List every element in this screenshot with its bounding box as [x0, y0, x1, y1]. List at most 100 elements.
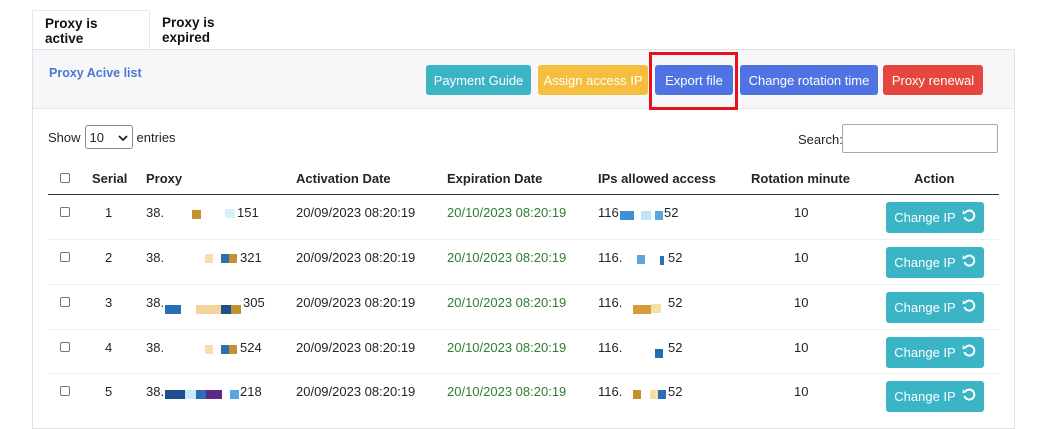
rotate-icon — [962, 209, 976, 226]
row-expiration-date: 20/10/2023 08:20:19 — [447, 250, 567, 265]
row-rotation-minute: 10 — [794, 295, 809, 310]
row-proxy-start: 38. — [146, 384, 165, 399]
tab-bar: Proxy is active Proxy is expired — [32, 10, 278, 50]
rotate-icon — [962, 344, 976, 361]
row-expiration-date: 20/10/2023 08:20:19 — [447, 295, 567, 310]
redaction-block — [230, 390, 239, 399]
header-action: Action — [914, 171, 955, 186]
change-ip-label: Change IP — [894, 345, 956, 360]
row-ip-end: 52 — [664, 205, 679, 220]
row-divider — [48, 239, 999, 240]
row-rotation-minute: 10 — [794, 340, 809, 355]
select-all-checkbox[interactable] — [60, 173, 70, 183]
row-proxy-end: 321 — [240, 250, 262, 265]
row-ip-start: 116. — [598, 340, 623, 355]
change-ip-label: Change IP — [894, 210, 956, 225]
redaction-block — [660, 256, 664, 265]
row-checkbox[interactable] — [60, 207, 70, 217]
change-ip-label: Change IP — [894, 389, 956, 404]
redaction-block — [655, 211, 663, 220]
redaction-block — [650, 390, 658, 399]
row-checkbox[interactable] — [60, 342, 70, 352]
rotate-icon — [962, 254, 976, 271]
redaction-block — [196, 305, 221, 314]
row-serial: 3 — [105, 295, 113, 310]
row-serial: 2 — [105, 250, 113, 265]
redaction-block — [658, 390, 666, 399]
chevron-down-icon — [117, 130, 128, 145]
row-ip-end: 52 — [668, 384, 683, 399]
redaction-block — [637, 255, 645, 264]
payment-guide-button[interactable]: Payment Guide — [426, 65, 531, 95]
redaction-block — [229, 254, 237, 263]
redaction-block — [225, 209, 235, 218]
row-activation-date: 20/09/2023 08:20:19 — [296, 205, 416, 220]
row-rotation-minute: 10 — [794, 205, 809, 220]
row-ip-start: 116. — [598, 384, 623, 399]
entries-select-value: 10 — [89, 129, 104, 145]
row-serial: 1 — [105, 205, 113, 220]
assign-access-ip-button[interactable]: Assign access IP — [538, 65, 648, 95]
row-expiration-date: 20/10/2023 08:20:19 — [447, 205, 567, 220]
entries-select[interactable]: 10 — [84, 125, 133, 149]
row-proxy-end: 524 — [240, 340, 262, 355]
row-proxy-end: 151 — [237, 205, 259, 220]
row-activation-date: 20/09/2023 08:20:19 — [296, 250, 416, 265]
row-activation-date: 20/09/2023 08:20:19 — [296, 384, 416, 399]
row-proxy-start: 38. — [146, 295, 165, 310]
row-activation-date: 20/09/2023 08:20:19 — [296, 295, 416, 310]
change-ip-button[interactable]: Change IP — [886, 202, 984, 233]
row-expiration-date: 20/10/2023 08:20:19 — [447, 340, 567, 355]
change-ip-button[interactable]: Change IP — [886, 381, 984, 412]
redaction-block — [206, 390, 222, 399]
row-ip-end: 52 — [668, 250, 683, 265]
change-ip-button[interactable]: Change IP — [886, 337, 984, 368]
header-activation-date: Activation Date — [296, 171, 391, 186]
header-serial: Serial — [92, 171, 128, 186]
header-rotation-minute: Rotation minute — [751, 171, 850, 186]
entries-label: entries — [136, 129, 176, 145]
row-rotation-minute: 10 — [794, 384, 809, 399]
redaction-block — [633, 390, 641, 399]
redaction-block — [185, 390, 196, 399]
row-divider — [48, 329, 999, 330]
rotate-icon — [962, 299, 976, 316]
row-ip-end: 52 — [668, 340, 683, 355]
redaction-block — [231, 305, 241, 314]
row-proxy-start: 38. — [146, 340, 165, 355]
row-activation-date: 20/09/2023 08:20:19 — [296, 340, 416, 355]
row-rotation-minute: 10 — [794, 250, 809, 265]
redaction-block — [229, 345, 237, 354]
row-checkbox[interactable] — [60, 252, 70, 262]
change-ip-label: Change IP — [894, 300, 956, 315]
redaction-block — [641, 211, 651, 220]
change-rotation-time-button[interactable]: Change rotation time — [740, 65, 878, 95]
show-entries-control: Show 10 entries — [48, 125, 176, 149]
header-proxy: Proxy — [146, 171, 183, 186]
redaction-block — [205, 254, 213, 263]
redaction-block — [221, 345, 229, 354]
redaction-block — [620, 211, 634, 220]
redaction-block — [192, 210, 201, 219]
change-ip-button[interactable]: Change IP — [886, 247, 984, 278]
redaction-block — [221, 305, 231, 314]
row-serial: 4 — [105, 340, 113, 355]
row-divider — [48, 284, 999, 285]
redaction-block — [196, 390, 206, 399]
search-input[interactable] — [842, 124, 998, 153]
redaction-block — [633, 305, 651, 314]
export-highlight-box — [649, 52, 738, 110]
row-ip-start: 116. — [598, 295, 623, 310]
header-ips-allowed-access: IPs allowed access — [598, 171, 716, 186]
rotate-icon — [962, 388, 976, 405]
proxy-renewal-button[interactable]: Proxy renewal — [883, 65, 983, 95]
tab-proxy-expired[interactable]: Proxy is expired — [150, 10, 278, 50]
change-ip-button[interactable]: Change IP — [886, 292, 984, 323]
row-ip-start: 116. — [598, 250, 623, 265]
row-checkbox[interactable] — [60, 386, 70, 396]
row-proxy-end: 305 — [243, 295, 265, 310]
row-checkbox[interactable] — [60, 297, 70, 307]
change-ip-label: Change IP — [894, 255, 956, 270]
tab-proxy-active[interactable]: Proxy is active — [32, 10, 150, 50]
header-expiration-date: Expiration Date — [447, 171, 543, 186]
